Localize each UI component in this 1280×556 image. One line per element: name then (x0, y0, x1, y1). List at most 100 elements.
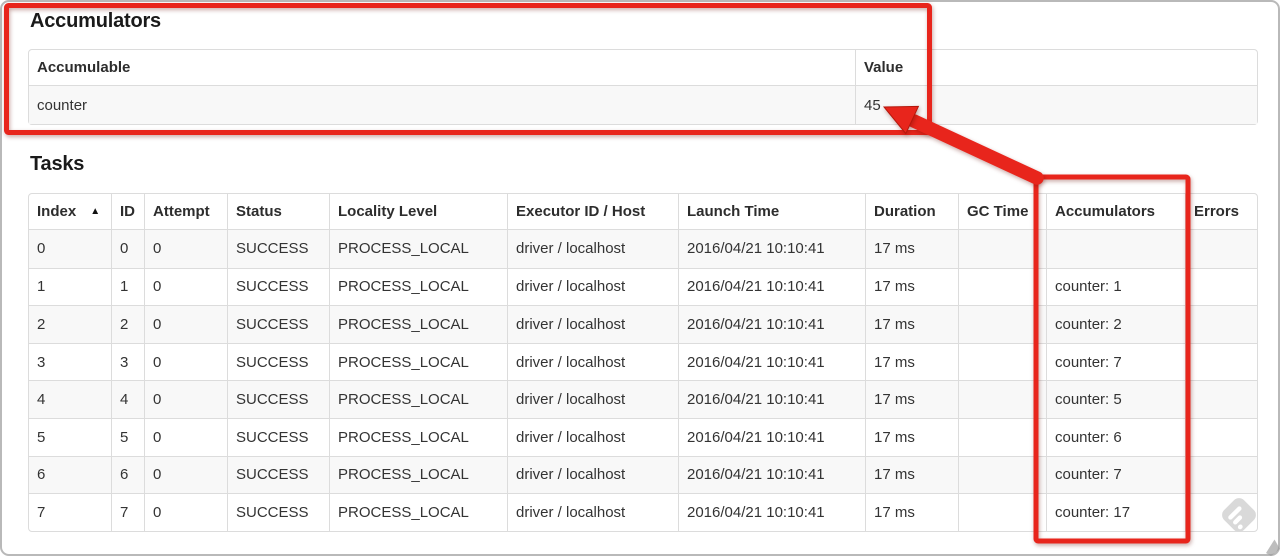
cell-gc-time (958, 380, 1046, 418)
accumulators-section-title: Accumulators (30, 10, 161, 32)
cell-index: 2 (29, 305, 111, 343)
column-header-gc-time[interactable]: GC Time (958, 194, 1046, 230)
tasks-section-title: Tasks (30, 153, 85, 175)
cell-index: 7 (29, 493, 111, 531)
cell-id: 5 (111, 417, 144, 456)
cell-attempt: 0 (144, 380, 227, 418)
cell-status: SUCCESS (227, 417, 329, 456)
cell-errors (1185, 455, 1257, 494)
table-row: 3 3 0 SUCCESS PROCESS_LOCAL driver / loc… (29, 342, 1257, 381)
cell-duration: 17 ms (865, 455, 958, 494)
cell-locality-level: PROCESS_LOCAL (329, 455, 507, 494)
cell-launch-time: 2016/04/21 10:10:41 (678, 493, 865, 531)
cell-locality-level: PROCESS_LOCAL (329, 380, 507, 418)
cell-index: 5 (29, 417, 111, 456)
cell-executor-id-host: driver / localhost (507, 267, 678, 306)
cell-gc-time (958, 455, 1046, 494)
cell-status: SUCCESS (227, 455, 329, 494)
column-header-accumulators[interactable]: Accumulators (1046, 194, 1185, 230)
cell-index: 4 (29, 380, 111, 418)
cell-attempt: 0 (144, 267, 227, 306)
cell-errors (1185, 305, 1257, 343)
cell-errors (1185, 342, 1257, 381)
cell-executor-id-host: driver / localhost (507, 493, 678, 531)
sort-ascending-icon: ▲ (90, 206, 101, 217)
tasks-table: Index ▲ ID Attempt Status Locality Level … (28, 193, 1258, 532)
cell-id: 6 (111, 455, 144, 494)
cell-duration: 17 ms (865, 267, 958, 306)
cell-accumulators: counter: 7 (1046, 455, 1185, 494)
cell-accumulators: counter: 6 (1046, 417, 1185, 456)
cell-accumulable: counter (37, 96, 88, 114)
column-header-id[interactable]: ID (111, 194, 144, 230)
cell-attempt: 0 (144, 342, 227, 381)
accumulators-header-row: Accumulable Value (29, 50, 1257, 86)
table-row: 4 4 0 SUCCESS PROCESS_LOCAL driver / loc… (29, 380, 1257, 418)
cell-launch-time: 2016/04/21 10:10:41 (678, 267, 865, 306)
cell-launch-time: 2016/04/21 10:10:41 (678, 342, 865, 381)
column-header-executor-id-host[interactable]: Executor ID / Host (507, 194, 678, 230)
cell-accumulators: counter: 2 (1046, 305, 1185, 343)
column-header-launch-time[interactable]: Launch Time (678, 194, 865, 230)
cell-errors (1185, 417, 1257, 456)
cell-gc-time (958, 267, 1046, 306)
cell-locality-level: PROCESS_LOCAL (329, 267, 507, 306)
cell-executor-id-host: driver / localhost (507, 380, 678, 418)
watermark-icon (1222, 498, 1256, 532)
table-row: 7 7 0 SUCCESS PROCESS_LOCAL driver / loc… (29, 493, 1257, 531)
cell-duration: 17 ms (865, 342, 958, 381)
cell-launch-time: 2016/04/21 10:10:41 (678, 455, 865, 494)
cell-duration: 17 ms (865, 493, 958, 531)
cell-errors (1185, 230, 1257, 268)
cell-attempt: 0 (144, 493, 227, 531)
cell-attempt: 0 (144, 305, 227, 343)
column-header-errors[interactable]: Errors (1185, 194, 1257, 230)
cell-locality-level: PROCESS_LOCAL (329, 417, 507, 456)
cell-gc-time (958, 493, 1046, 531)
cell-duration: 17 ms (865, 380, 958, 418)
cell-locality-level: PROCESS_LOCAL (329, 305, 507, 343)
cell-gc-time (958, 305, 1046, 343)
column-header-index[interactable]: Index ▲ (29, 194, 111, 230)
cell-executor-id-host: driver / localhost (507, 305, 678, 343)
cell-gc-time (958, 417, 1046, 456)
column-header-locality-level[interactable]: Locality Level (329, 194, 507, 230)
cell-attempt: 0 (144, 230, 227, 268)
cell-launch-time: 2016/04/21 10:10:41 (678, 305, 865, 343)
cell-status: SUCCESS (227, 230, 329, 268)
column-header-duration[interactable]: Duration (865, 194, 958, 230)
cell-index: 6 (29, 455, 111, 494)
cell-status: SUCCESS (227, 342, 329, 381)
accumulators-table: Accumulable Value counter 45 (28, 49, 1258, 125)
table-row: 6 6 0 SUCCESS PROCESS_LOCAL driver / loc… (29, 455, 1257, 494)
cell-index: 0 (37, 240, 46, 258)
cell-launch-time: 2016/04/21 10:10:41 (678, 417, 865, 456)
column-header-status[interactable]: Status (227, 194, 329, 230)
table-row: counter 45 (29, 86, 1257, 124)
cell-executor-id-host: driver / localhost (507, 342, 678, 381)
cell-gc-time (958, 342, 1046, 381)
cell-duration: 17 ms (865, 305, 958, 343)
column-header-accumulable[interactable]: Accumulable (29, 50, 855, 86)
cell-gc-time (958, 230, 1046, 268)
screenshot-frame: Accumulators Accumulable Value counter 4… (0, 0, 1280, 556)
cell-index: 1 (29, 267, 111, 306)
cell-status: SUCCESS (227, 380, 329, 418)
cell-accumulators (1046, 230, 1185, 268)
table-row: 1 1 0 SUCCESS PROCESS_LOCAL driver / loc… (29, 267, 1257, 306)
cell-id: 1 (111, 267, 144, 306)
cell-id: 7 (111, 493, 144, 531)
cell-id: 3 (111, 342, 144, 381)
cell-launch-time: 2016/04/21 10:10:41 (678, 230, 865, 268)
column-header-attempt[interactable]: Attempt (144, 194, 227, 230)
cell-status: SUCCESS (227, 267, 329, 306)
cell-status: SUCCESS (227, 305, 329, 343)
cell-errors (1185, 380, 1257, 418)
cell-locality-level: PROCESS_LOCAL (329, 493, 507, 531)
cell-id: 0 (111, 230, 144, 268)
cell-id: 2 (111, 305, 144, 343)
cell-executor-id-host: driver / localhost (507, 455, 678, 494)
cell-locality-level: PROCESS_LOCAL (329, 342, 507, 381)
cell-index: 3 (29, 342, 111, 381)
column-header-value[interactable]: Value (855, 50, 1257, 86)
